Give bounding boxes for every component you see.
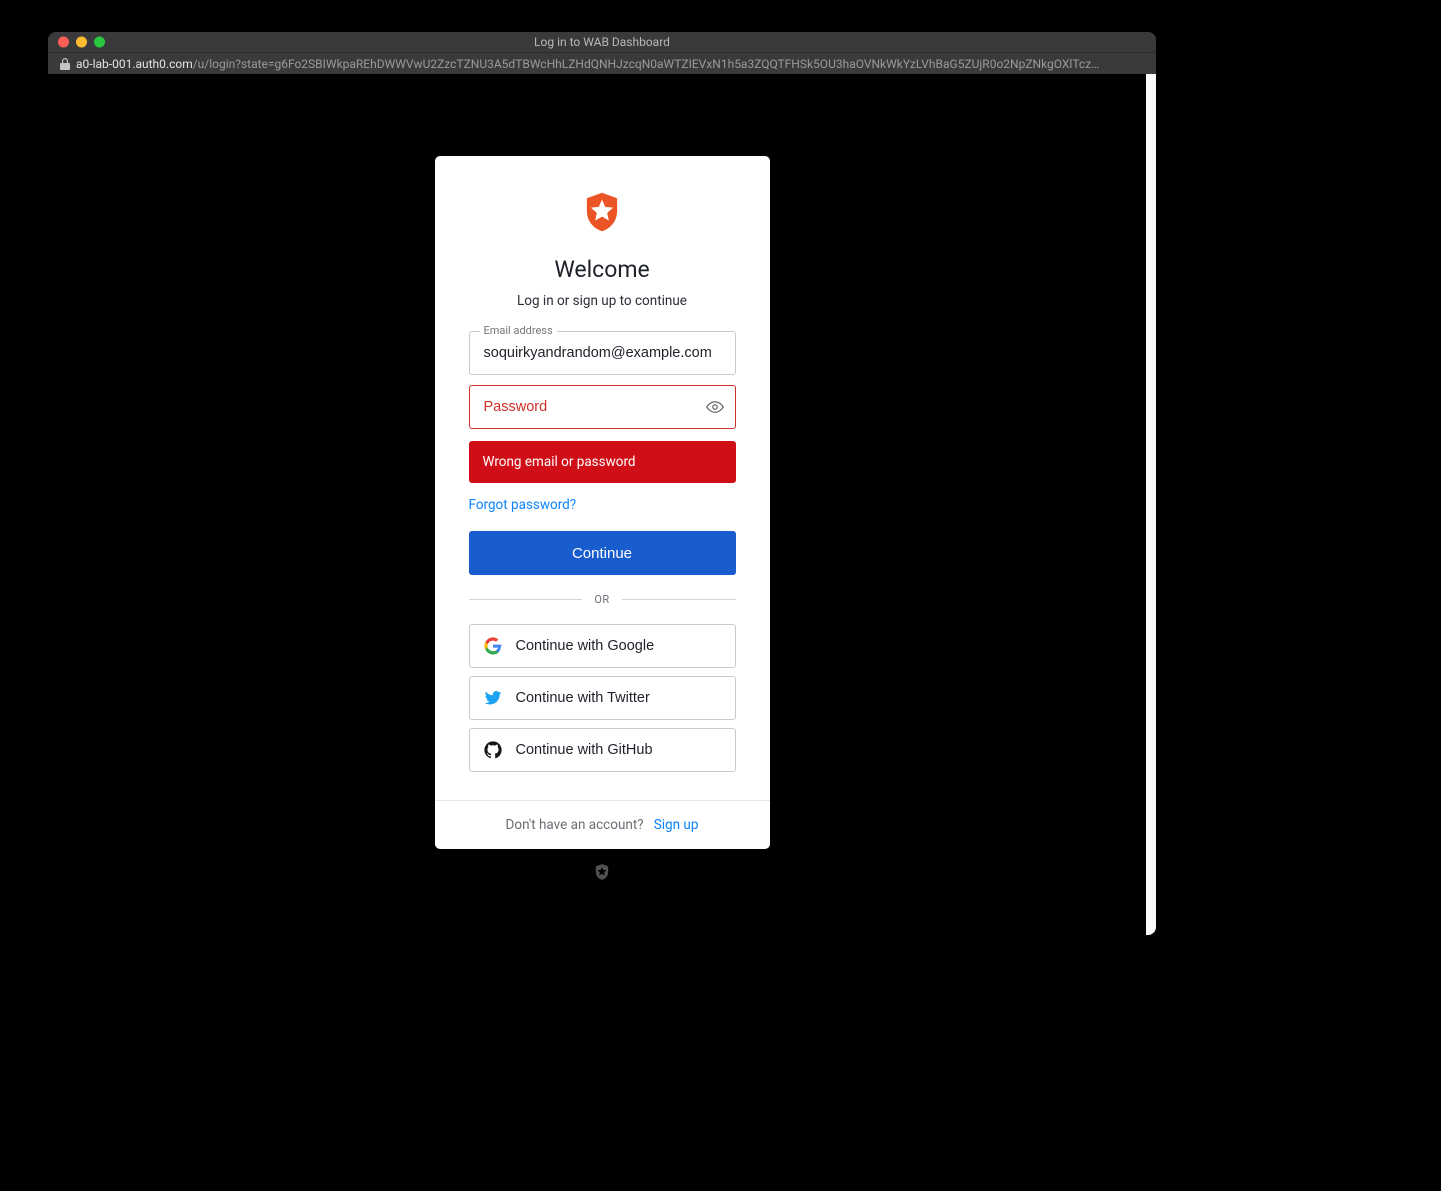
signup-prompt: Don't have an account? bbox=[506, 817, 644, 833]
twitter-button-label: Continue with Twitter bbox=[516, 690, 650, 706]
url-text: a0-lab-001.auth0.com/u/login?state=g6Fo2… bbox=[76, 57, 1099, 71]
error-message: Wrong email or password bbox=[469, 441, 736, 483]
email-input[interactable] bbox=[469, 331, 736, 375]
toggle-password-visibility-button[interactable] bbox=[704, 396, 726, 418]
window-title: Log in to WAB Dashboard bbox=[58, 35, 1146, 49]
url-domain: a0-lab-001.auth0.com bbox=[76, 57, 193, 71]
maximize-window-button[interactable] bbox=[94, 37, 105, 48]
welcome-heading: Welcome bbox=[554, 256, 649, 283]
forgot-password-link[interactable]: Forgot password? bbox=[469, 497, 736, 513]
traffic-lights bbox=[58, 37, 105, 48]
twitter-icon bbox=[484, 689, 502, 707]
auth0-logo-icon bbox=[580, 190, 624, 234]
github-button-label: Continue with GitHub bbox=[516, 742, 653, 758]
divider-line-left bbox=[469, 599, 583, 600]
google-button-label: Continue with Google bbox=[516, 638, 655, 654]
minimize-window-button[interactable] bbox=[76, 37, 87, 48]
divider-label: OR bbox=[594, 593, 609, 606]
github-icon bbox=[484, 741, 502, 759]
close-window-button[interactable] bbox=[58, 37, 69, 48]
eye-icon bbox=[706, 398, 724, 416]
email-field-group: Email address bbox=[469, 331, 736, 375]
page-viewport: Welcome Log in or sign up to continue Em… bbox=[48, 74, 1156, 935]
url-bar[interactable]: a0-lab-001.auth0.com/u/login?state=g6Fo2… bbox=[48, 52, 1156, 74]
login-subtitle: Log in or sign up to continue bbox=[517, 293, 687, 309]
browser-window: Log in to WAB Dashboard a0-lab-001.auth0… bbox=[48, 32, 1156, 935]
password-input[interactable] bbox=[469, 385, 736, 429]
google-icon bbox=[484, 637, 502, 655]
url-path: /u/login?state=g6Fo2SBIWkpaREhDWWVwU2Zzc… bbox=[193, 57, 1099, 71]
lock-icon bbox=[60, 58, 70, 70]
login-card: Welcome Log in or sign up to continue Em… bbox=[435, 156, 770, 849]
password-field-group bbox=[469, 385, 736, 429]
divider: OR bbox=[469, 593, 736, 606]
divider-line-right bbox=[622, 599, 736, 600]
titlebar: Log in to WAB Dashboard bbox=[48, 32, 1156, 52]
continue-with-google-button[interactable]: Continue with Google bbox=[469, 624, 736, 668]
continue-with-twitter-button[interactable]: Continue with Twitter bbox=[469, 676, 736, 720]
continue-button[interactable]: Continue bbox=[469, 531, 736, 575]
card-footer: Don't have an account? Sign up bbox=[435, 800, 770, 849]
email-label: Email address bbox=[480, 324, 557, 337]
login-form: Email address Wrong email or password Fo… bbox=[469, 331, 736, 772]
signup-link[interactable]: Sign up bbox=[654, 817, 699, 833]
auth0-badge-icon bbox=[593, 863, 611, 881]
continue-with-github-button[interactable]: Continue with GitHub bbox=[469, 728, 736, 772]
